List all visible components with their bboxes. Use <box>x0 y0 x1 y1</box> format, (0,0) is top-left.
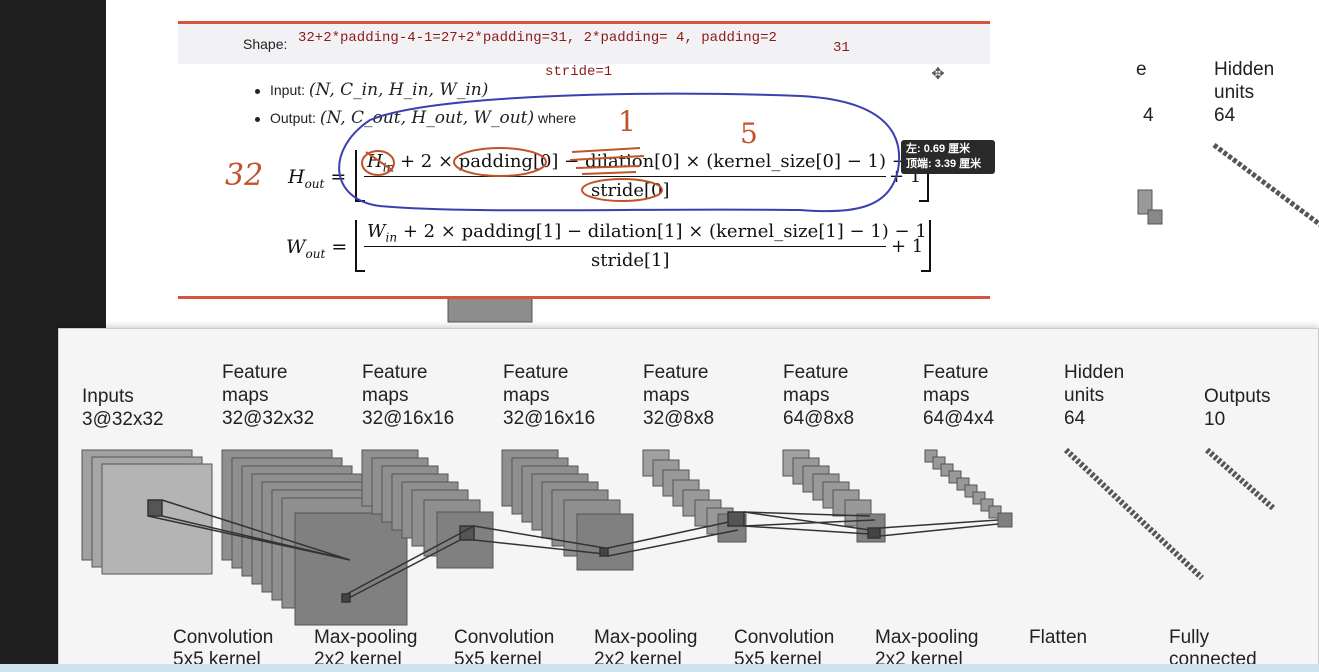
outputs-column <box>1205 447 1275 511</box>
feature-maps-4-stack <box>642 449 747 543</box>
bottom-highlight-strip <box>0 664 1319 672</box>
feature-maps-6-stack <box>924 449 1013 528</box>
op-label-flatten: Flatten <box>1029 627 1088 648</box>
cnn-diagram-shapes <box>81 447 1275 626</box>
feature-maps-3-stack <box>501 449 634 571</box>
hidden-units-column <box>1063 447 1205 581</box>
input-maps-stack <box>81 449 213 575</box>
